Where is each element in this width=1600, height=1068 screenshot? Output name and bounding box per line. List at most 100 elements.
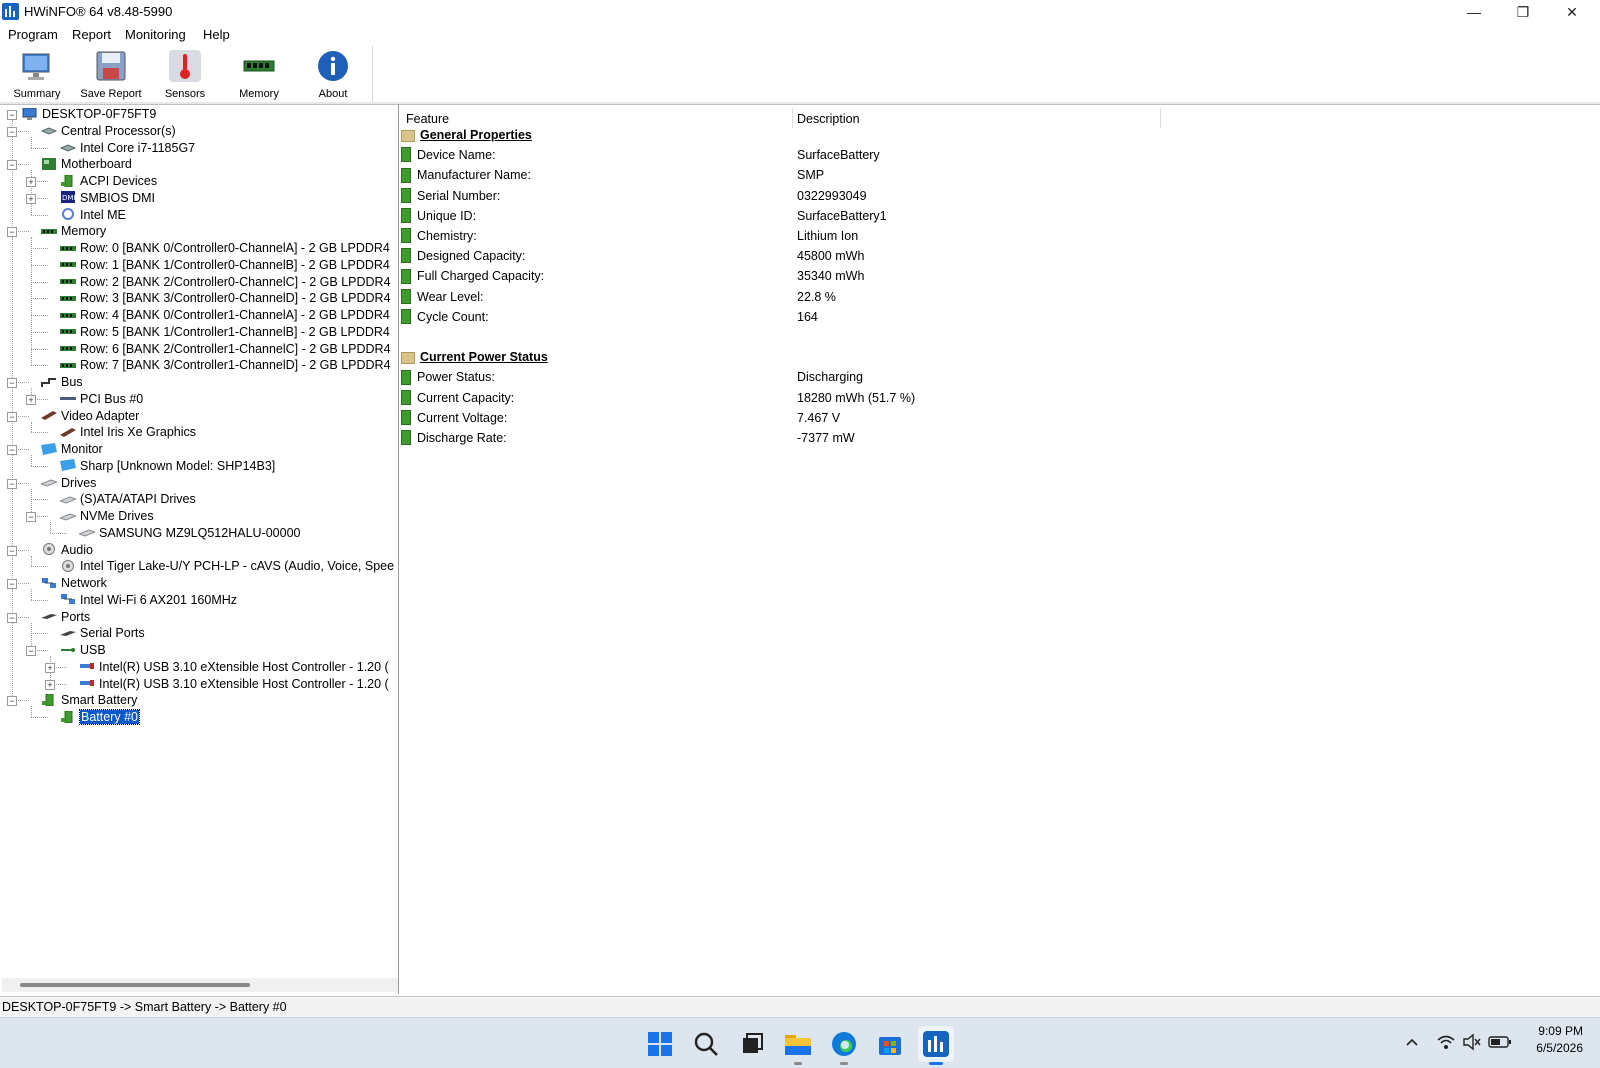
device-tree[interactable]: − DESKTOP-0F75FT9 − Central Processor(s) Int… — [0, 104, 399, 994]
minimize-button[interactable]: — — [1451, 0, 1497, 24]
tree-node[interactable]: Network — [41, 575, 107, 592]
close-button[interactable]: ✕ — [1549, 0, 1595, 24]
menu-program[interactable]: Program — [8, 27, 58, 42]
section-header[interactable]: General Properties — [401, 125, 532, 145]
battery-icon[interactable] — [1488, 1034, 1512, 1053]
tree-node[interactable]: DESKTOP-0F75FT9 — [22, 106, 156, 123]
tree-node[interactable]: Row: 5 [BANK 1/Controller1-ChannelB] - 2… — [60, 324, 390, 341]
expand-toggle[interactable]: + — [26, 193, 36, 204]
tree-node[interactable]: Row: 0 [BANK 0/Controller0-ChannelA] - 2… — [60, 240, 390, 257]
tree-node[interactable]: Battery #0 — [60, 709, 140, 726]
menu-report[interactable]: Report — [72, 27, 111, 42]
tree-node[interactable]: ACPI Devices — [60, 173, 157, 190]
property-row[interactable]: Full Charged Capacity: 35340 mWh — [401, 266, 1591, 286]
tree-node[interactable]: (S)ATA/ATAPI Drives — [58, 491, 196, 508]
search-icon[interactable] — [688, 1026, 724, 1062]
tree-node[interactable]: Drives — [39, 475, 96, 492]
tree-node[interactable]: Row: 2 [BANK 2/Controller0-ChannelC] - 2… — [60, 274, 391, 291]
title-bar[interactable]: HWiNFO® 64 v8.48-5990 — ❐ ✕ — [0, 0, 1600, 24]
menu-monitoring[interactable]: Monitoring — [125, 27, 186, 42]
property-row[interactable]: Power Status: Discharging — [401, 367, 1591, 387]
collapse-toggle[interactable]: − — [7, 110, 17, 120]
tree-node[interactable]: USB — [60, 642, 106, 659]
file-explorer-icon[interactable] — [780, 1026, 816, 1065]
tree-node[interactable]: Row: 7 [BANK 3/Controller1-ChannelD] - 2… — [60, 357, 391, 374]
chevron-up-icon[interactable] — [1404, 1034, 1420, 1053]
collapse-toggle[interactable]: − — [7, 227, 17, 238]
property-row[interactable]: Chemistry: Lithium Ion — [401, 226, 1591, 246]
tree-node[interactable]: Intel(R) USB 3.10 eXtensible Host Contro… — [79, 676, 389, 693]
memory-button[interactable]: Memory — [224, 48, 294, 102]
tree-node[interactable]: Row: 6 [BANK 2/Controller1-ChannelC] - 2… — [60, 341, 391, 358]
property-row[interactable]: Device Name: SurfaceBattery — [401, 145, 1591, 165]
start-icon[interactable] — [642, 1026, 678, 1062]
tree-node[interactable]: Intel Wi-Fi 6 AX201 160MHz — [60, 592, 237, 609]
tree-node[interactable]: Intel Iris Xe Graphics — [60, 424, 196, 441]
taskbar-clock[interactable]: 9:09 PM 6/5/2026 — [1527, 1023, 1583, 1057]
tree-node[interactable]: Smart Battery — [41, 692, 137, 709]
tree-node[interactable]: Intel Core i7-1185G7 — [59, 140, 195, 157]
tree-node[interactable]: PCI Bus #0 — [60, 391, 143, 408]
column-divider[interactable] — [1160, 108, 1161, 128]
property-row[interactable]: Wear Level: 22.8 % — [401, 287, 1591, 307]
property-row[interactable]: Serial Number: 0322993049 — [401, 186, 1591, 206]
column-divider[interactable] — [792, 108, 793, 128]
tree-node[interactable]: Audio — [41, 542, 93, 559]
tree-node[interactable]: Intel Tiger Lake-U/Y PCH-LP - cAVS (Audi… — [60, 558, 394, 575]
collapse-toggle[interactable]: − — [7, 445, 17, 455]
task-view-icon[interactable] — [734, 1026, 770, 1062]
property-row[interactable]: Cycle Count: 164 — [401, 307, 1591, 327]
collapse-toggle[interactable]: − — [7, 378, 17, 388]
expand-toggle[interactable]: + — [26, 177, 36, 187]
tree-node[interactable]: Row: 3 [BANK 3/Controller0-ChannelD] - 2… — [60, 290, 391, 307]
collapse-toggle[interactable]: − — [7, 579, 17, 589]
property-row[interactable]: Current Capacity: 18280 mWh (51.7 %) — [401, 388, 1591, 408]
expand-toggle[interactable]: + — [45, 679, 55, 690]
tree-node[interactable]: Memory — [41, 223, 106, 240]
summary-button[interactable]: Summary — [2, 48, 72, 102]
property-row[interactable]: Unique ID: SurfaceBattery1 — [401, 206, 1591, 226]
column-header-description[interactable]: Description — [797, 110, 860, 128]
speaker-muted-icon[interactable] — [1462, 1033, 1482, 1054]
collapse-toggle[interactable]: − — [26, 646, 36, 656]
property-row[interactable]: Current Voltage: 7.467 V — [401, 408, 1591, 428]
tree-node[interactable]: Row: 4 [BANK 0/Controller1-ChannelA] - 2… — [60, 307, 390, 324]
sensors-button[interactable]: Sensors — [150, 48, 220, 102]
tree-node[interactable]: Central Processor(s) — [40, 123, 176, 140]
property-row[interactable]: Manufacturer Name: SMP — [401, 165, 1591, 185]
collapse-toggle[interactable]: − — [7, 411, 17, 422]
expand-toggle[interactable]: + — [26, 394, 36, 405]
edge-icon[interactable] — [826, 1026, 862, 1065]
tree-node[interactable]: Video Adapter — [41, 408, 139, 425]
maximize-button[interactable]: ❐ — [1500, 0, 1546, 24]
tree-node[interactable]: Intel ME — [60, 207, 126, 224]
hwinfo-app-icon[interactable] — [918, 1026, 954, 1065]
property-row[interactable]: Discharge Rate: -7377 mW — [401, 428, 1591, 448]
tree-node[interactable]: Row: 1 [BANK 1/Controller0-ChannelB] - 2… — [60, 257, 390, 274]
scrollbar-thumb[interactable] — [20, 983, 250, 987]
wifi-icon[interactable] — [1436, 1033, 1456, 1054]
property-row[interactable]: Designed Capacity: 45800 mWh — [401, 246, 1591, 266]
collapse-toggle[interactable]: − — [7, 478, 17, 489]
tree-node[interactable]: NVMe Drives — [58, 508, 154, 525]
tree-node[interactable]: Serial Ports — [60, 625, 145, 642]
collapse-toggle[interactable]: − — [7, 612, 17, 623]
tree-node[interactable]: Motherboard — [41, 156, 132, 173]
collapse-toggle[interactable]: − — [7, 696, 17, 707]
tree-node[interactable]: Intel(R) USB 3.10 eXtensible Host Contro… — [79, 659, 389, 676]
menu-help[interactable]: Help — [203, 27, 230, 42]
tree-node[interactable]: Bus — [41, 374, 83, 391]
expand-toggle[interactable]: + — [45, 662, 55, 673]
collapse-toggle[interactable]: − — [26, 512, 36, 522]
save-report-button[interactable]: Save Report — [76, 48, 146, 102]
tree-node[interactable]: DMI SMBIOS DMI — [60, 190, 155, 207]
tree-node[interactable]: Ports — [41, 609, 90, 626]
collapse-toggle[interactable]: − — [7, 545, 17, 556]
tree-node[interactable]: Sharp [Unknown Model: SHP14B3] — [60, 458, 275, 475]
collapse-toggle[interactable]: − — [7, 160, 17, 171]
tree-node[interactable]: SAMSUNG MZ9LQ512HALU-00000 — [77, 525, 300, 542]
collapse-toggle[interactable]: − — [7, 126, 17, 137]
section-header[interactable]: Current Power Status — [401, 347, 548, 367]
store-icon[interactable] — [872, 1026, 908, 1062]
tree-node[interactable]: Monitor — [41, 441, 103, 458]
